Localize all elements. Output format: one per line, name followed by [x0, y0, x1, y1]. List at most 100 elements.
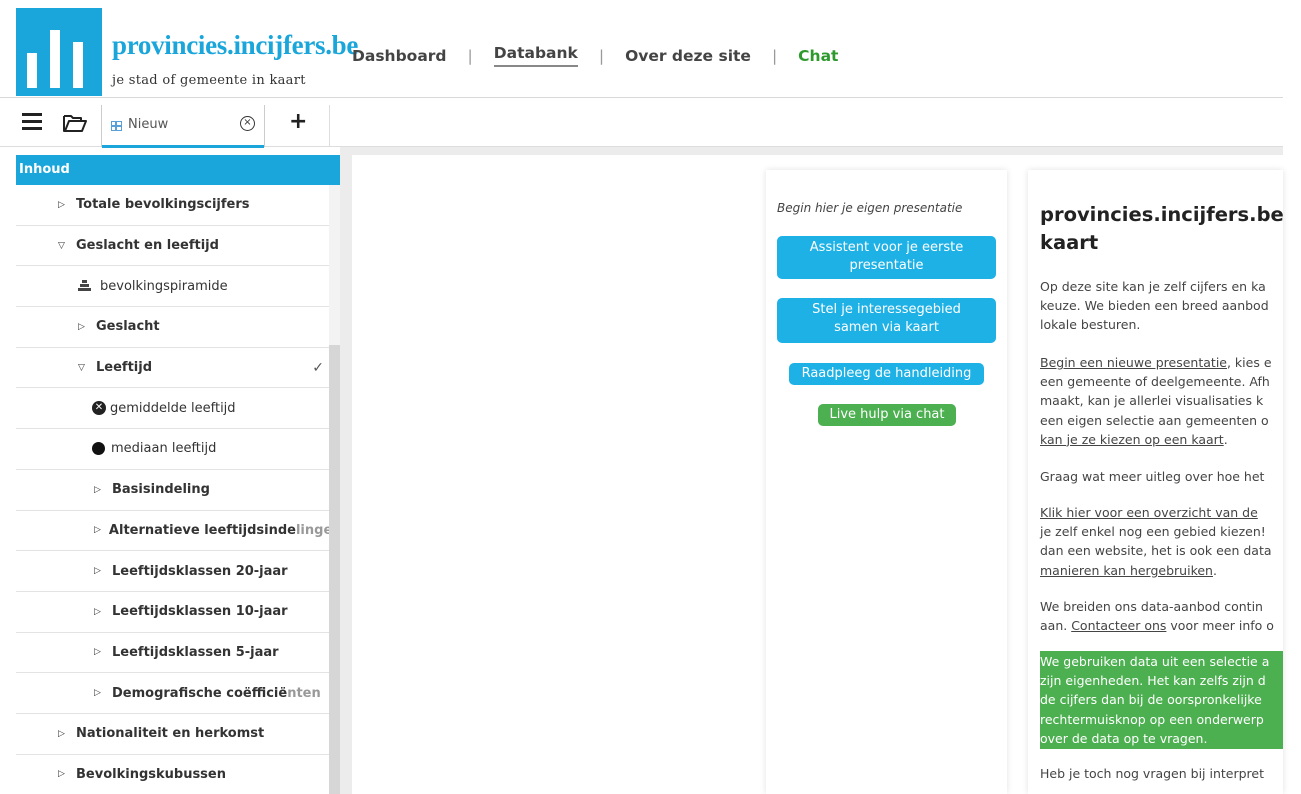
button-label: Stel je interessegebied [812, 302, 961, 317]
tree-item-label: Leeftijd [96, 360, 153, 376]
caret-right-icon: ▷ [94, 647, 101, 658]
sidebar-scrollbar-thumb[interactable] [329, 345, 340, 794]
tree-item-bevolkingspiramide[interactable]: bevolkingspiramide [16, 266, 340, 308]
nav-separator: | [598, 46, 605, 65]
overview-link[interactable]: Klik hier voor een overzicht van de [1040, 505, 1258, 520]
live-chat-button[interactable]: Live hulp via chat [818, 404, 956, 426]
info-line: over de data op te vragen. [1040, 730, 1208, 746]
new-presentation-link[interactable]: Begin een nieuwe presentatie [1040, 355, 1227, 370]
tree-item-leeftijd[interactable]: ▽ Leeftijd ✓ [16, 348, 340, 389]
tab-nieuw[interactable]: Nieuw × [101, 105, 265, 148]
caret-right-icon: ▷ [58, 728, 65, 739]
assistant-button[interactable]: Assistent voor je eerste presentatie [777, 236, 996, 279]
menu-icon[interactable] [22, 113, 42, 131]
info-paragraph-overview: Klik hier voor een overzicht van de je z… [1040, 503, 1272, 580]
info-panel: provincies.incijfers.be - j kaart Op dez… [1028, 170, 1283, 794]
info-line: , kies e [1226, 355, 1272, 370]
tree-item-bevolkingskubussen[interactable]: ▷ Bevolkingskubussen [16, 755, 340, 794]
check-icon[interactable]: ✓ [312, 360, 324, 376]
main-nav: Dashboard | Databank | Over deze site | … [352, 44, 838, 67]
tree-item-label: mediaan leeftijd [111, 441, 217, 457]
nav-chat[interactable]: Chat [798, 47, 838, 65]
caret-right-icon: ▷ [58, 769, 65, 780]
contact-link[interactable]: Contacteer ons [1071, 618, 1166, 633]
tree-item-label: Leeftijdsklassen 10-jaar [112, 604, 288, 620]
button-label: presentatie [849, 258, 924, 273]
tree-item-label: bevolkingspiramide [100, 278, 228, 294]
tree-item-gemiddelde-leeftijd[interactable]: ✕ gemiddelde leeftijd [16, 388, 340, 430]
dot-icon [92, 442, 105, 456]
button-label: Assistent voor je eerste [809, 240, 964, 255]
site-header: provincies.incijfers.be je stad of gemee… [0, 0, 1301, 100]
sidebar-heading: Inhoud [16, 155, 340, 185]
caret-right-icon: ▷ [78, 321, 85, 332]
pyramid-icon [78, 279, 91, 293]
tree-item-label: Demografische coëfficië [112, 685, 288, 701]
tree-item-label: Geslacht [96, 319, 160, 335]
info-highlight-box: We gebruiken data uit een selectie a zij… [1040, 651, 1283, 749]
caret-right-icon: ▷ [94, 484, 101, 495]
choose-on-map-link[interactable]: kan je ze kiezen op een kaart [1040, 432, 1224, 447]
tree-item-demografische-coefficienten[interactable]: ▷ Demografische coëfficië nten [16, 673, 340, 714]
tree-item-label: Nationaliteit en herkomst [76, 726, 265, 742]
tree-item-label: Geslacht en leeftijd [76, 238, 219, 254]
reuse-link[interactable]: manieren kan hergebruiken [1040, 563, 1213, 578]
info-line: lokale besturen. [1040, 317, 1141, 333]
brand-title[interactable]: provincies.incijfers.be [112, 30, 358, 61]
caret-right-icon: ▷ [94, 566, 101, 577]
caret-right-icon: ▷ [58, 199, 65, 210]
nav-databank[interactable]: Databank [493, 44, 578, 67]
close-tab-icon[interactable]: × [240, 116, 255, 131]
info-line: dan een website, het is ook een data [1040, 543, 1272, 559]
tree-item-label-overflow: nten [287, 685, 321, 701]
info-paragraph-contact: We breiden ons data-aanbod contin aan. C… [1040, 597, 1274, 635]
nav-over-deze-site[interactable]: Over deze site [625, 47, 751, 65]
tree-item-leeftijdsklassen-5[interactable]: ▷ Leeftijdsklassen 5-jaar [16, 633, 340, 674]
tree-item-label: Leeftijdsklassen 5-jaar [112, 644, 279, 660]
tree-item-leeftijdsklassen-10[interactable]: ▷ Leeftijdsklassen 10-jaar [16, 592, 340, 633]
info-line: keuze. We bieden een breed aanbod [1040, 298, 1269, 314]
tree-item-totale-bevolkingscijfers[interactable]: ▷ Totale bevolkingscijfers [16, 185, 340, 226]
info-line: een gemeente of deelgemeente. Afh [1040, 374, 1270, 390]
sidebar-scrollbar-track[interactable] [329, 185, 340, 345]
manual-button[interactable]: Raadpleeg de handleiding [789, 363, 984, 385]
tree-item-geslacht-en-leeftijd[interactable]: ▽ Geslacht en leeftijd [16, 226, 340, 267]
tree-item-nationaliteit-en-herkomst[interactable]: ▷ Nationaliteit en herkomst [16, 714, 340, 755]
nav-dashboard[interactable]: Dashboard [352, 47, 447, 65]
nav-separator: | [467, 46, 473, 65]
tree-item-label: Bevolkingskubussen [76, 766, 226, 782]
add-tab-button[interactable]: + [289, 109, 307, 134]
tree-item-leeftijdsklassen-20[interactable]: ▷ Leeftijdsklassen 20-jaar [16, 551, 340, 592]
table-icon [111, 121, 122, 131]
info-title-line: kaart [1040, 231, 1099, 254]
info-line: de cijfers dan bij de oorspronkelijke [1040, 692, 1262, 708]
interest-area-map-button[interactable]: Stel je interessegebied samen via kaart [777, 298, 996, 343]
logo-bar-2 [50, 30, 60, 88]
logo-bar-1 [27, 53, 37, 88]
button-label: samen via kaart [834, 320, 939, 335]
x-circle-icon: ✕ [92, 401, 106, 416]
info-line: maakt, kan je allerlei visualisaties k [1040, 393, 1264, 409]
tree-item-basisindeling[interactable]: ▷ Basisindeling [16, 470, 340, 511]
tab-divider [329, 105, 330, 147]
tree-item-label: Totale bevolkingscijfers [76, 197, 250, 213]
info-paragraph-questions: Heb je toch nog vragen bij interpret [1040, 766, 1265, 781]
tab-label: Nieuw [128, 117, 169, 132]
info-paragraph-start: Begin een nieuwe presentatie, kies e een… [1040, 353, 1272, 449]
info-line: rechtermuisknop op een onderwerp [1040, 711, 1264, 727]
open-folder-icon[interactable] [62, 112, 88, 134]
header-divider [0, 97, 1283, 98]
tree-item-geslacht[interactable]: ▷ Geslacht [16, 307, 340, 348]
content-sidebar: Inhoud ▷ Totale bevolkingscijfers ▽ Gesl… [16, 155, 340, 794]
site-logo[interactable] [16, 8, 102, 96]
tree-item-alternatieve-leeftijdsindelingen[interactable]: ▷ Alternatieve leeftijdsinde lingen [16, 511, 340, 552]
info-title: provincies.incijfers.be - j kaart [1040, 201, 1283, 257]
caret-right-icon: ▷ [94, 688, 101, 699]
info-line: zijn eigenheden. Het kan zelfs zijn d [1040, 673, 1266, 689]
tab-bar: Nieuw × + [0, 101, 1283, 148]
info-line: . [1223, 431, 1228, 447]
tree-item-mediaan-leeftijd[interactable]: mediaan leeftijd [16, 429, 340, 470]
info-line: je zelf enkel nog een gebied kiezen! [1040, 524, 1266, 540]
caret-down-icon: ▽ [78, 362, 85, 373]
info-paragraph-uitleg: Graag wat meer uitleg over hoe het [1040, 469, 1265, 484]
